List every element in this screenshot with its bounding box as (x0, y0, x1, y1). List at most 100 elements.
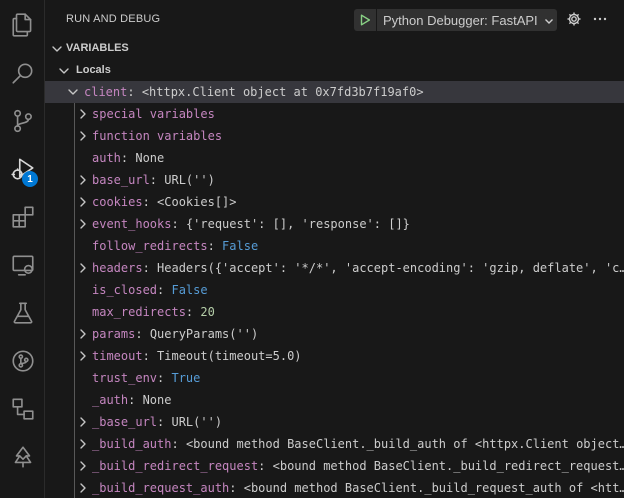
variable-row-event-hooks[interactable]: event_hooks: {'request': [], 'response':… (45, 213, 624, 235)
variable-value: None (135, 151, 165, 165)
chevron-right-icon[interactable] (76, 173, 90, 187)
variable-row-cookies[interactable]: cookies: <Cookies[]> (45, 191, 624, 213)
variable-name: event_hooks (92, 217, 172, 231)
variable-value: QueryParams('') (149, 327, 259, 341)
source-control-icon[interactable] (0, 98, 45, 144)
debug-sidebar: RUN AND DEBUG Python Debugger: FastAPI V… (45, 0, 624, 498)
chevron-right-icon[interactable] (76, 261, 90, 275)
chevron-down-icon (57, 64, 71, 78)
variable-name: _base_url (92, 415, 158, 429)
variable-name: cookies (92, 195, 143, 209)
variable-row-follow-redirects[interactable]: follow_redirects: False (45, 235, 624, 257)
variable-row-auth[interactable]: _auth: None (45, 389, 624, 411)
variable-row-build-auth[interactable]: _build_auth: <bound method BaseClient._b… (45, 433, 624, 455)
variable-separator: : (157, 283, 172, 297)
git-graph-icon[interactable] (0, 338, 45, 384)
run-debug-icon[interactable]: 1 (0, 146, 45, 192)
variable-text: timeout: Timeout(timeout=5.0) (92, 349, 302, 363)
start-debugging-button[interactable] (354, 9, 376, 31)
chevron-right-icon[interactable] (76, 437, 90, 451)
variables-section-header[interactable]: VARIABLES (45, 38, 624, 60)
page-title: RUN AND DEBUG (66, 13, 161, 25)
variable-text: trust_env: True (92, 371, 200, 385)
variable-separator: : (157, 371, 172, 385)
more-actions-icon[interactable] (591, 10, 609, 28)
chevron-right-icon[interactable] (76, 459, 90, 473)
variable-value: URL('') (171, 415, 223, 429)
variable-text: _build_redirect_request: <bound method B… (92, 459, 624, 473)
variable-row-timeout[interactable]: timeout: Timeout(timeout=5.0) (45, 345, 624, 367)
extensions-icon[interactable] (0, 194, 45, 240)
variable-row-headers[interactable]: headers: Headers({'accept': '*/*', 'acce… (45, 257, 624, 279)
variable-row-special-variables[interactable]: special variables (45, 103, 624, 125)
variable-value: <Cookies[]> (157, 195, 237, 209)
variable-separator: : (157, 415, 172, 429)
chevron-right-icon[interactable] (76, 415, 90, 429)
play-icon (360, 14, 371, 26)
files-icon[interactable] (0, 2, 45, 48)
chevron-right-icon[interactable] (76, 217, 90, 231)
variable-text: params: QueryParams('') (92, 327, 258, 341)
variable-separator: : (135, 327, 150, 341)
variable-value: <bound method BaseClient._build_auth of … (185, 437, 624, 451)
variable-row-client[interactable]: client: <httpx.Client object at 0x7fd3b7… (45, 81, 624, 103)
activity-bar: 1 (0, 0, 45, 498)
gear-icon[interactable] (565, 10, 583, 28)
scope-label: Locals (76, 64, 111, 76)
chevron-down-icon (50, 42, 64, 56)
chevron-right-icon[interactable] (76, 349, 90, 363)
variable-row-build-redirect-request[interactable]: _build_redirect_request: <bound method B… (45, 455, 624, 477)
variable-separator: : (120, 151, 136, 165)
variable-text: _auth: None (92, 393, 171, 407)
testing-icon[interactable] (0, 290, 45, 336)
variable-name: headers (92, 261, 143, 275)
variable-text: is_closed: False (92, 283, 208, 297)
variable-separator: : (142, 261, 158, 275)
variable-text: headers: Headers({'accept': '*/*', 'acce… (92, 261, 624, 275)
variable-row-is-closed[interactable]: is_closed: False (45, 279, 624, 301)
variable-text: base_url: URL('') (92, 173, 215, 187)
variable-row-base-url[interactable]: base_url: URL('') (45, 169, 624, 191)
chevron-right-icon[interactable] (76, 129, 90, 143)
variable-row-function-variables[interactable]: function variables (45, 125, 624, 147)
variable-row-auth[interactable]: auth: None (45, 147, 624, 169)
chevron-right-icon[interactable] (76, 195, 90, 209)
variable-value: Timeout(timeout=5.0) (157, 349, 302, 363)
variable-value: URL('') (164, 173, 215, 187)
variable-row-params[interactable]: params: QueryParams('') (45, 323, 624, 345)
variable-value: False (171, 283, 208, 297)
tree-icon[interactable] (0, 434, 45, 480)
variable-value: {'request': [], 'response': []} (185, 217, 410, 231)
variable-text: special variables (92, 107, 215, 121)
variable-name: special variables (92, 107, 215, 121)
variable-name: _build_auth (92, 437, 172, 451)
variable-separator: : (127, 85, 142, 99)
variable-separator: : (171, 437, 186, 451)
variable-text: event_hooks: {'request': [], 'response':… (92, 217, 410, 231)
variable-name: params (92, 327, 136, 341)
variable-name: max_redirects (92, 305, 186, 319)
variable-row-trust-env[interactable]: trust_env: True (45, 367, 624, 389)
scope-locals[interactable]: Locals (45, 60, 624, 82)
variable-name: timeout (92, 349, 143, 363)
chevron-right-icon[interactable] (76, 481, 90, 495)
variable-row-max-redirects[interactable]: max_redirects: 20 (45, 301, 624, 323)
variable-text: _base_url: URL('') (92, 415, 222, 429)
chevron-down-icon[interactable] (66, 85, 80, 99)
variable-name: follow_redirects (92, 239, 208, 253)
variable-text: client: <httpx.Client object at 0x7fd3b7… (84, 85, 424, 99)
variable-value: <httpx.Client object at 0x7fd3b7f19af0> (141, 85, 424, 99)
remote-explorer-icon[interactable] (0, 242, 45, 288)
variable-separator: : (258, 459, 273, 473)
search-icon[interactable] (0, 50, 45, 96)
variable-row-base-url[interactable]: _base_url: URL('') (45, 411, 624, 433)
variables-section-label: VARIABLES (66, 42, 129, 54)
diagram-icon[interactable] (0, 386, 45, 432)
variable-name: base_url (92, 173, 150, 187)
variable-row-build-request-auth[interactable]: _build_request_auth: <bound method BaseC… (45, 477, 624, 498)
variable-name: trust_env (92, 371, 158, 385)
chevron-right-icon[interactable] (76, 107, 90, 121)
chevron-right-icon[interactable] (76, 327, 90, 341)
launch-config-selector[interactable]: Python Debugger: FastAPI (354, 9, 557, 31)
variable-value: <bound method BaseClient._build_redirect… (272, 459, 624, 473)
